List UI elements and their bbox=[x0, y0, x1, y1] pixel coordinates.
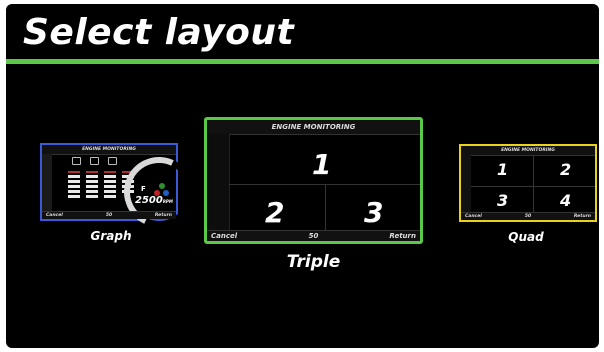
panel-2-label: 2 bbox=[560, 160, 572, 179]
rpm-readout: 2500RPM bbox=[135, 195, 173, 206]
panel-3-label: 3 bbox=[497, 191, 509, 210]
battery-icon bbox=[108, 157, 117, 165]
graph-caption: Graph bbox=[90, 229, 132, 243]
return-label: Return bbox=[154, 213, 172, 218]
oil-icon bbox=[90, 157, 99, 165]
side-icon-strip bbox=[461, 155, 471, 213]
panel-divider bbox=[325, 185, 326, 231]
side-icon-strip bbox=[42, 154, 52, 212]
layout-select-screen: Select layout ENGINE MONITORING F 2500RP… bbox=[6, 4, 599, 348]
cancel-label: Cancel bbox=[465, 214, 482, 219]
layout-option-graph[interactable]: ENGINE MONITORING F 2500RPM Cancel 50 Re… bbox=[40, 143, 204, 237]
center-value: 50 bbox=[524, 214, 532, 219]
bar-gauge bbox=[86, 171, 98, 198]
panel-2-label: 2 bbox=[265, 196, 285, 229]
screen-footer: Cancel 50 Return bbox=[207, 230, 420, 241]
rpm-unit: RPM bbox=[162, 199, 173, 204]
engine-icon bbox=[72, 157, 81, 165]
center-value: 50 bbox=[308, 232, 319, 240]
panel-1-label: 1 bbox=[312, 148, 332, 181]
panel-4-label: 4 bbox=[560, 191, 572, 210]
center-value: 50 bbox=[105, 213, 113, 218]
return-label: Return bbox=[389, 232, 416, 240]
page-title: Select layout bbox=[23, 12, 295, 53]
rpm-value: 2500 bbox=[135, 195, 163, 206]
layout-option-quad[interactable]: ENGINE MONITORING 1 2 3 4 Cancel 50 Retu… bbox=[459, 144, 597, 222]
return-label: Return bbox=[573, 214, 591, 219]
quad-caption: Quad bbox=[508, 230, 544, 244]
status-icons bbox=[72, 157, 117, 165]
cancel-label: Cancel bbox=[211, 232, 238, 240]
bar-gauge bbox=[68, 171, 80, 198]
screen-title: ENGINE MONITORING bbox=[461, 146, 595, 156]
side-icon-strip bbox=[207, 134, 230, 231]
bar-gauge bbox=[104, 171, 116, 198]
green-indicator-icon bbox=[159, 183, 165, 189]
screen-footer: Cancel 50 Return bbox=[42, 211, 176, 219]
title-divider bbox=[6, 59, 599, 64]
triple-caption: Triple bbox=[286, 252, 341, 272]
cancel-label: Cancel bbox=[46, 213, 63, 218]
panel-1-label: 1 bbox=[497, 160, 509, 179]
screen-title: ENGINE MONITORING bbox=[42, 145, 176, 155]
gear-indicator: F bbox=[141, 185, 146, 193]
layout-option-triple[interactable]: ENGINE MONITORING 1 2 3 Cancel 50 Return bbox=[204, 117, 423, 244]
screen-title: ENGINE MONITORING bbox=[207, 120, 420, 135]
screen-footer: Cancel 50 Return bbox=[461, 212, 595, 220]
panel-divider bbox=[533, 155, 534, 213]
panel-3-label: 3 bbox=[364, 196, 384, 229]
